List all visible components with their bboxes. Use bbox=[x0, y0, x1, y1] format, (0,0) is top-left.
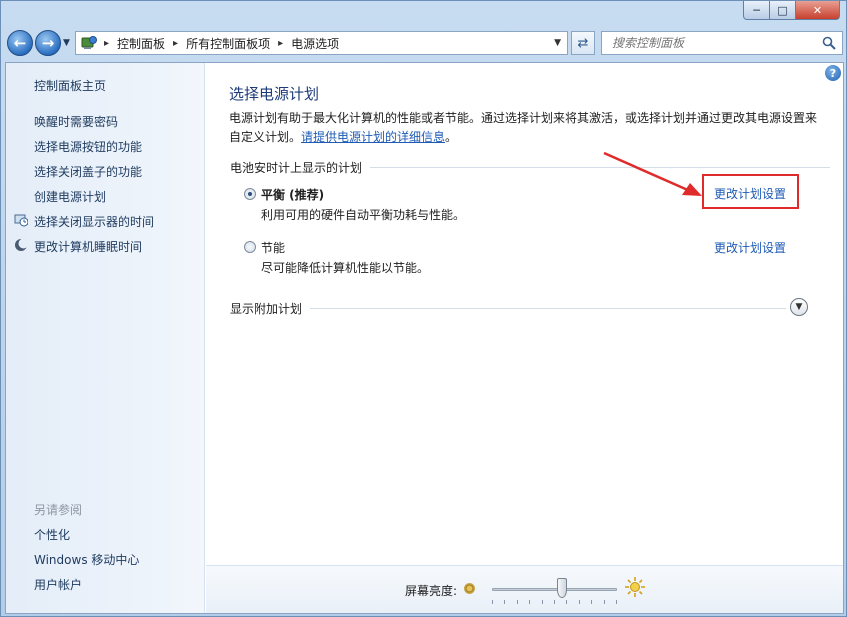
group-divider bbox=[310, 308, 786, 309]
brightness-bar: 屏幕亮度: bbox=[206, 565, 843, 613]
plan-power-saver-desc: 尽可能降低计算机性能以节能。 bbox=[261, 261, 430, 275]
breadcrumb-control-panel[interactable]: 控制面板 bbox=[117, 35, 165, 52]
brightness-label: 屏幕亮度: bbox=[405, 584, 458, 598]
page-description: 电源计划有助于最大化计算机的性能或者节能。通过选择计划来将其激活，或选择计划并通… bbox=[229, 109, 819, 147]
navigation-bar: ← → ▼ ▸ 控制面板 ▸ 所有控制面板项 ▸ 电源选项 ▼ ⇄ bbox=[5, 29, 844, 57]
maximize-button[interactable]: □ bbox=[770, 1, 796, 20]
additional-plans-group[interactable]: 显示附加计划 bbox=[230, 300, 786, 317]
window: ─ □ ✕ ← → ▼ ▸ 控制面板 ▸ 所有控制面板项 ▸ 电源选项 ▼ ⇄ … bbox=[0, 0, 847, 617]
plan-balanced-name[interactable]: 平衡 (推荐) bbox=[261, 186, 324, 203]
additional-plans-heading[interactable]: 显示附加计划 bbox=[230, 300, 302, 317]
expand-chevron-icon[interactable]: ▼ bbox=[790, 298, 808, 316]
brightness-slider-thumb[interactable] bbox=[557, 578, 567, 598]
description-end: 。 bbox=[445, 130, 458, 144]
sidebar-item-display-off[interactable]: 选择关闭显示器的时间 bbox=[34, 213, 154, 230]
brightness-slider-track[interactable] bbox=[492, 588, 617, 591]
back-button[interactable]: ← bbox=[7, 30, 33, 56]
see-also-user-accounts[interactable]: 用户帐户 bbox=[34, 576, 82, 593]
battery-plans-heading: 电池安时计上显示的计划 bbox=[230, 161, 363, 175]
page-title: 选择电源计划 bbox=[229, 85, 320, 103]
plan-balanced-desc: 利用可用的硬件自动平衡功耗与性能。 bbox=[261, 208, 466, 222]
breadcrumb-separator[interactable]: ▸ bbox=[278, 38, 283, 49]
refresh-button[interactable]: ⇄ bbox=[571, 31, 595, 55]
address-dropdown-icon[interactable]: ▼ bbox=[554, 38, 561, 48]
search-icon[interactable] bbox=[822, 36, 836, 50]
plan-power-saver-radio[interactable] bbox=[244, 241, 256, 253]
sidebar-item-sleep-time[interactable]: 更改计算机睡眠时间 bbox=[34, 238, 142, 255]
dim-brightness-icon bbox=[464, 583, 475, 594]
help-icon[interactable]: ? bbox=[825, 65, 841, 81]
sidebar-item-power-button[interactable]: 选择电源按钮的功能 bbox=[34, 138, 142, 155]
caption-buttons: ─ □ ✕ bbox=[743, 1, 840, 20]
content-area: 控制面板主页 唤醒时需要密码 选择电源按钮的功能 选择关闭盖子的功能 创建电源计… bbox=[5, 62, 844, 614]
sidebar-item-create-plan[interactable]: 创建电源计划 bbox=[34, 188, 106, 205]
plan-power-saver-change-link[interactable]: 更改计划设置 bbox=[714, 239, 786, 256]
forward-arrow-icon: → bbox=[41, 34, 55, 52]
sidebar-item-lid-close[interactable]: 选择关闭盖子的功能 bbox=[34, 163, 142, 180]
plan-power-saver: 节能 尽可能降低计算机性能以节能。 bbox=[244, 239, 694, 279]
breadcrumb: 控制面板 ▸ 所有控制面板项 ▸ 电源选项 bbox=[117, 35, 339, 52]
see-also-mobility-center[interactable]: Windows 移动中心 bbox=[34, 551, 139, 568]
back-arrow-icon: ← bbox=[13, 34, 27, 52]
address-bar[interactable]: ▸ 控制面板 ▸ 所有控制面板项 ▸ 电源选项 ▼ bbox=[75, 31, 568, 55]
breadcrumb-separator: ▸ bbox=[104, 37, 110, 49]
moon-icon bbox=[15, 238, 28, 251]
forward-button[interactable]: → bbox=[35, 30, 61, 56]
group-divider bbox=[370, 167, 830, 168]
search-box[interactable] bbox=[601, 31, 843, 55]
see-also-heading: 另请参阅 bbox=[34, 503, 83, 517]
recent-pages-dropdown[interactable]: ▼ bbox=[63, 38, 70, 48]
minimize-button[interactable]: ─ bbox=[743, 1, 770, 20]
search-input[interactable] bbox=[612, 36, 812, 50]
bright-sun-icon bbox=[625, 577, 645, 597]
control-panel-icon bbox=[81, 36, 97, 49]
sidebar: 控制面板主页 唤醒时需要密码 选择电源按钮的功能 选择关闭盖子的功能 创建电源计… bbox=[6, 63, 205, 613]
brightness-slider-ticks bbox=[492, 600, 617, 604]
sidebar-home-link[interactable]: 控制面板主页 bbox=[34, 77, 106, 94]
annotation-highlight-box bbox=[702, 174, 799, 209]
refresh-icon: ⇄ bbox=[577, 35, 589, 51]
breadcrumb-all-items[interactable]: 所有控制面板项 bbox=[186, 35, 270, 52]
breadcrumb-power-options[interactable]: 电源选项 bbox=[291, 35, 339, 52]
close-button[interactable]: ✕ bbox=[796, 1, 840, 20]
monitor-clock-icon bbox=[14, 214, 28, 227]
breadcrumb-separator[interactable]: ▸ bbox=[173, 38, 178, 49]
annotation-arrow-icon bbox=[603, 151, 702, 196]
see-also-personalization[interactable]: 个性化 bbox=[34, 526, 70, 543]
main-panel: ? 选择电源计划 电源计划有助于最大化计算机的性能或者节能。通过选择计划来将其激… bbox=[206, 63, 843, 560]
plan-details-link[interactable]: 请提供电源计划的详细信息 bbox=[301, 130, 445, 144]
plan-power-saver-name[interactable]: 节能 bbox=[261, 239, 285, 256]
sidebar-item-wake-password[interactable]: 唤醒时需要密码 bbox=[34, 113, 118, 130]
plan-balanced-radio[interactable] bbox=[244, 188, 256, 200]
